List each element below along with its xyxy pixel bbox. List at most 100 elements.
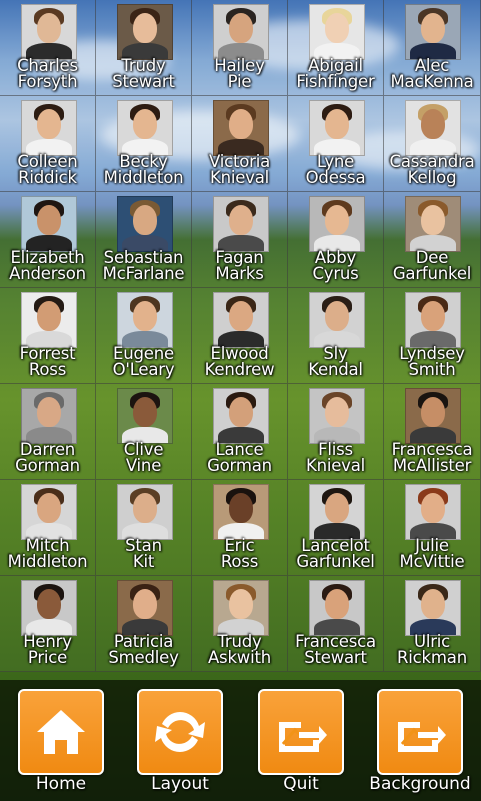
contact-tile[interactable]: Fliss Knieval [288,384,384,480]
contact-last-name: Rickman [397,648,467,667]
contact-name: Lancelot Garfunkel [288,537,383,570]
contact-tile[interactable]: Ulric Rickman [384,576,481,672]
contact-last-name: Fishfinger [296,72,375,91]
contact-last-name: Odessa [305,168,366,187]
contact-photo [21,484,77,540]
contact-tile[interactable]: Trudy Askwith [192,576,288,672]
contact-tile[interactable]: Darren Gorman [0,384,96,480]
contact-last-name: Askwith [207,648,272,667]
contact-name: Elwood Kendrew [192,345,287,379]
contact-last-name: Stewart [112,72,175,91]
contact-name: Darren Gorman [0,441,95,474]
contact-name: Stan Kit [96,537,191,571]
contact-tile[interactable]: Francesca Stewart [288,576,384,672]
contact-tile[interactable]: Dee Garfunkel [384,192,481,288]
contact-tile[interactable]: Forrest Ross [0,288,96,384]
background-label: Background [369,774,471,794]
contact-last-name: Middleton [7,552,88,571]
contact-tile[interactable]: Lyne Odessa [288,96,384,192]
contact-name: Dee Garfunkel [384,249,480,283]
quit-label: Quit [283,774,319,794]
contact-name: Trudy Stewart [96,57,191,91]
home-icon [37,710,85,754]
contact-photo [117,292,173,348]
contact-photo [213,292,269,348]
contact-last-name: Garfunkel [392,264,472,283]
layout-button[interactable] [137,689,223,775]
contact-name: Colleen Riddick [0,153,95,186]
contact-last-name: Smedley [108,648,179,667]
contact-tile[interactable]: Lyndsey Smith [384,288,481,384]
contact-photo [309,4,365,60]
contact-last-name: Kellog [407,168,457,187]
contact-tile[interactable]: Hailey Pie [192,0,288,96]
contact-tile[interactable]: Abby Cyrus [288,192,384,288]
contact-photo [117,4,173,60]
contact-tile[interactable]: Abigail Fishfinger [288,0,384,96]
contact-tile[interactable]: Elwood Kendrew [192,288,288,384]
contact-photo [21,292,77,348]
contact-tile[interactable]: Trudy Stewart [96,0,192,96]
contact-name: Abigail Fishfinger [288,57,383,91]
home-button[interactable] [18,689,104,775]
contact-tile[interactable]: Stan Kit [96,480,192,576]
contact-tile[interactable]: Lancelot Garfunkel [288,480,384,576]
contact-grid: Charles Forsyth Trudy Stewart Hailey Pie Abiga… [0,0,481,680]
contact-last-name: Kendrew [204,360,275,379]
contact-name: Francesca Stewart [288,633,383,667]
contact-name: Patricia Smedley [96,633,191,667]
contact-photo [405,580,461,636]
contact-tile[interactable]: Henry Price [0,576,96,672]
contact-tile[interactable]: Cassandra Kellog [384,96,481,192]
contact-photo [21,4,77,60]
contact-name: Eugene O'Leary [96,345,191,378]
contact-last-name: Stewart [304,648,367,667]
contact-photo [405,388,461,444]
exit-arrow-icon [279,722,327,752]
contact-photo [309,580,365,636]
home-label: Home [35,774,87,794]
contact-tile[interactable]: Mitch Middleton [0,480,96,576]
contact-last-name: McFarlane [102,264,185,283]
contact-tile[interactable]: Francesca McAllister [384,384,481,480]
contact-last-name: Ross [28,360,67,379]
contact-tile[interactable]: Colleen Riddick [0,96,96,192]
contact-photo [21,196,77,252]
contact-photo [213,4,269,60]
contact-photo [21,388,77,444]
contact-last-name: Knieval [305,456,366,475]
contact-tile[interactable]: Charles Forsyth [0,0,96,96]
background-button[interactable] [377,689,463,775]
contact-tile[interactable]: Alec MacKenna [384,0,481,96]
contact-last-name: MacKenna [390,72,474,91]
contact-tile[interactable]: Sly Kendal [288,288,384,384]
contact-tile[interactable]: Sebastian McFarlane [96,192,192,288]
contact-name: Sebastian McFarlane [96,249,191,283]
contact-name: Trudy Askwith [192,633,287,667]
contact-name: Charles Forsyth [0,57,95,90]
contact-tile[interactable]: Eugene O'Leary [96,288,192,384]
contact-tile[interactable]: Clive Vine [96,384,192,480]
contact-name: Abby Cyrus [288,249,383,282]
contact-tile[interactable]: Lance Gorman [192,384,288,480]
contact-name: Elizabeth Anderson [0,249,95,282]
contact-name: Lance Gorman [192,441,287,474]
contact-name: Henry Price [0,633,95,666]
contact-photo [117,196,173,252]
contact-photo [405,4,461,60]
contact-last-name: Vine [125,456,162,475]
contact-tile[interactable]: Julie McVittie [384,480,481,576]
bottom-toolbar: Home Layout Quit Background [0,680,481,801]
contact-last-name: Kit [132,552,155,571]
contact-tile[interactable]: Eric Ross [192,480,288,576]
contact-tile[interactable]: Becky Middleton [96,96,192,192]
contact-photo [213,484,269,540]
quit-button[interactable] [258,689,344,775]
contact-photo [309,100,365,156]
contact-name: Alec MacKenna [384,57,480,91]
contact-tile[interactable]: Fagan Marks [192,192,288,288]
contact-tile[interactable]: Elizabeth Anderson [0,192,96,288]
refresh-icon [155,712,205,752]
contact-tile[interactable]: Victoria Knieval [192,96,288,192]
contact-tile[interactable]: Patricia Smedley [96,576,192,672]
